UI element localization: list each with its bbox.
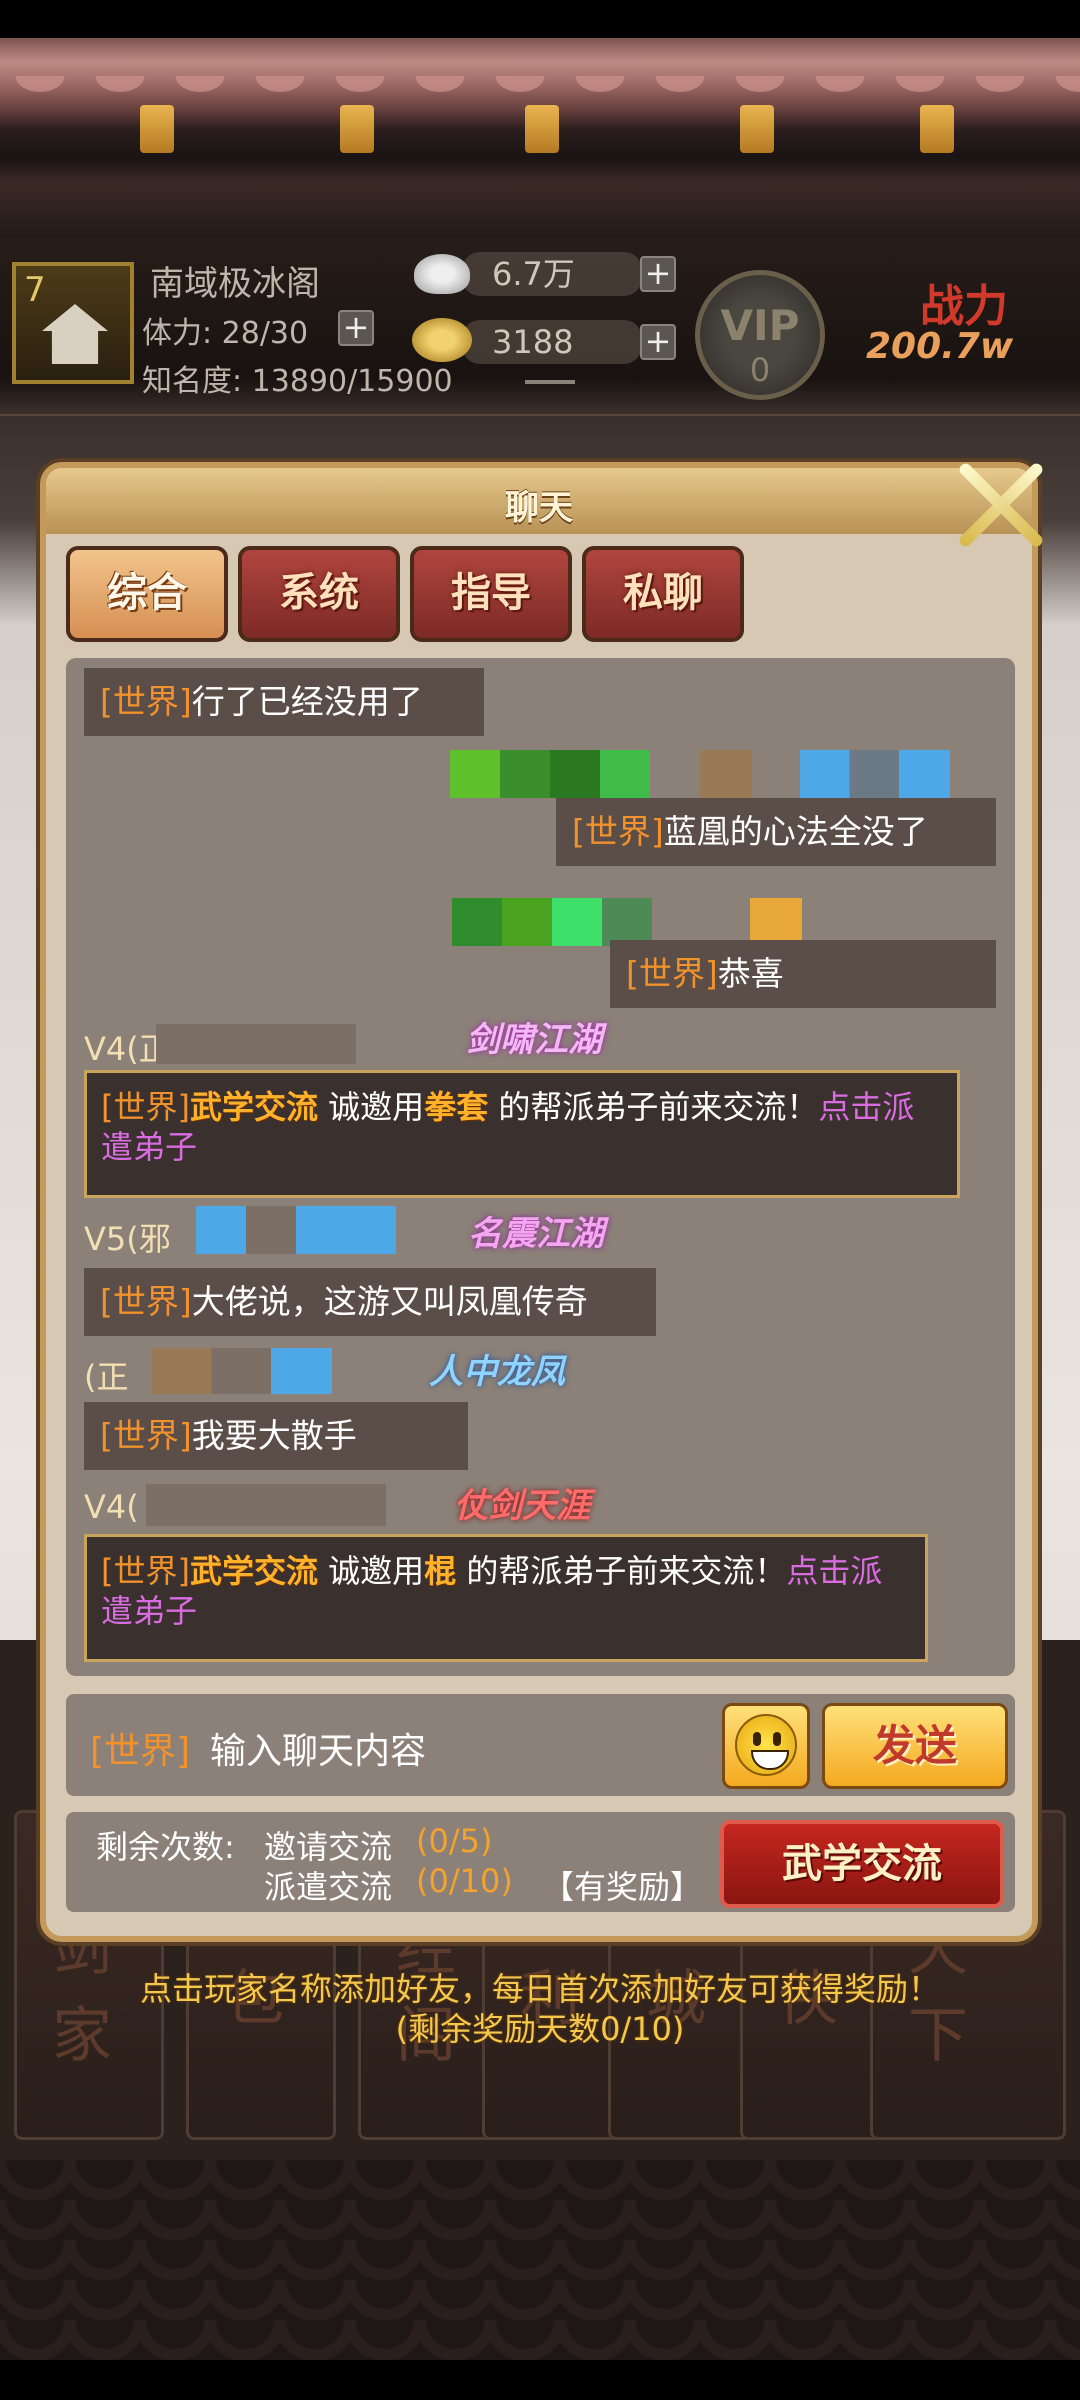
stamina-text: 体力: 28/30 bbox=[142, 316, 309, 351]
martial-exchange-button[interactable]: 武学交流 bbox=[720, 1820, 1004, 1908]
collapse-chevron-icon[interactable] bbox=[525, 380, 575, 410]
smile-emoji-icon bbox=[735, 1714, 797, 1776]
channel-selector[interactable]: [世界] bbox=[90, 1722, 190, 1774]
world-channel-tag: [世界] bbox=[101, 1088, 190, 1126]
pixelated-name bbox=[196, 1206, 396, 1254]
vip-level: 0 bbox=[749, 351, 771, 389]
gold-counter: 3188 bbox=[462, 320, 642, 364]
fame-text: 知名度: 13890/15900 bbox=[142, 364, 453, 399]
skill-name: 棍 bbox=[424, 1552, 457, 1590]
message-text: 的帮派弟子前来交流！ bbox=[466, 1552, 787, 1590]
chat-log[interactable]: [世界]行了已经没用了 [世界]蓝凰的心法全没了 [世界]恭喜 V4(正 剑啸江… bbox=[66, 658, 1015, 1676]
chat-message: [世界]行了已经没用了 bbox=[84, 668, 484, 736]
emoji-button[interactable] bbox=[722, 1703, 810, 1789]
lantern-decoration bbox=[140, 105, 174, 153]
remaining-label: 剩余次数: bbox=[96, 1828, 235, 1866]
level-number: 7 bbox=[24, 270, 46, 310]
vip-label: VIP bbox=[720, 301, 800, 350]
message-text: 的帮派弟子前来交流！ bbox=[498, 1088, 819, 1126]
add-silver-button[interactable]: + bbox=[640, 256, 676, 292]
player-title-badge: 仗剑天涯 bbox=[454, 1486, 590, 1526]
reward-days-hint: (剩余奖励天数0/10) bbox=[395, 2010, 685, 2048]
pixelated-name bbox=[146, 1484, 386, 1526]
invite-count: (0/5) bbox=[416, 1822, 493, 1860]
lantern-decoration bbox=[525, 105, 559, 153]
tab-guidance[interactable]: 指导 bbox=[410, 546, 572, 642]
chat-message: [世界]我要大散手 bbox=[84, 1402, 468, 1470]
add-stamina-button[interactable]: + bbox=[338, 310, 374, 346]
sect-level-badge[interactable]: 7 bbox=[12, 262, 134, 384]
dialog-title: 聊天 bbox=[505, 488, 573, 528]
event-name: 武学交流 bbox=[189, 1088, 318, 1126]
dispatch-count: (0/10) bbox=[416, 1862, 513, 1900]
chat-message: [世界]大佬说，这游又叫凤凰传奇 bbox=[84, 1268, 656, 1336]
tab-general[interactable]: 综合 bbox=[66, 546, 228, 642]
gold-coin-icon bbox=[412, 318, 472, 362]
world-channel-tag: [世界] bbox=[100, 1282, 192, 1321]
message-text: 诚邀用 bbox=[328, 1552, 425, 1590]
lantern-decoration bbox=[740, 105, 774, 153]
player-name[interactable]: V4( bbox=[84, 1488, 139, 1526]
add-gold-button[interactable]: + bbox=[640, 324, 676, 360]
tab-system[interactable]: 系统 bbox=[238, 546, 400, 642]
world-channel-tag: [世界] bbox=[572, 812, 664, 851]
silver-ingot-icon bbox=[414, 254, 470, 294]
close-icon[interactable] bbox=[950, 455, 1050, 555]
silver-counter: 6.7万 bbox=[462, 252, 642, 296]
chat-input-placeholder: 输入聊天内容 bbox=[210, 1731, 427, 1772]
message-text: 行了已经没用了 bbox=[191, 682, 423, 721]
pixelated-name bbox=[800, 750, 950, 798]
event-name: 武学交流 bbox=[189, 1552, 318, 1590]
lantern-decoration bbox=[920, 105, 954, 153]
player-title-badge: 名震江湖 bbox=[468, 1214, 604, 1254]
exchange-invite-message: [世界]武学交流 诚邀用棍 的帮派弟子前来交流！点击派遣弟子 bbox=[84, 1534, 928, 1662]
status-bar bbox=[0, 0, 1080, 38]
power-label: 战力 bbox=[920, 281, 1008, 332]
house-icon bbox=[42, 304, 108, 364]
exchange-invite-message: [世界]武学交流 诚邀用拳套 的帮派弟子前来交流！点击派遣弟子 bbox=[84, 1070, 960, 1198]
pixelated-name bbox=[700, 750, 752, 798]
world-channel-tag: [世界] bbox=[101, 1552, 190, 1590]
reward-label: 【有奖励】 bbox=[542, 1868, 703, 1906]
pixelated-name bbox=[452, 898, 652, 946]
vip-button[interactable]: VIP 0 bbox=[695, 270, 825, 400]
pixelated-name bbox=[156, 1024, 356, 1064]
game-screen: { "header": { "level": "7", "sect_name":… bbox=[0, 0, 1080, 2400]
world-channel-tag: [世界] bbox=[626, 954, 718, 993]
power-value: 200.7w bbox=[866, 326, 1014, 367]
sect-name: 南域极冰阁 bbox=[150, 264, 320, 304]
dispatch-label: 派遣交流 bbox=[264, 1868, 393, 1906]
player-title-badge: 人中龙凤 bbox=[429, 1352, 565, 1392]
pixelated-name bbox=[152, 1348, 332, 1394]
footer-pattern bbox=[0, 2160, 1080, 2400]
world-channel-tag: [世界] bbox=[100, 682, 192, 721]
skill-name: 拳套 bbox=[424, 1088, 489, 1126]
message-text: 恭喜 bbox=[717, 954, 784, 993]
chat-message: [世界]恭喜 bbox=[610, 940, 996, 1008]
send-button[interactable]: 发送 bbox=[822, 1703, 1008, 1789]
message-text: 蓝凰的心法全没了 bbox=[663, 812, 928, 851]
message-text: 我要大散手 bbox=[191, 1416, 357, 1455]
message-text: 诚邀用 bbox=[328, 1088, 425, 1126]
tab-private[interactable]: 私聊 bbox=[582, 546, 744, 642]
pixelated-name bbox=[450, 750, 650, 798]
player-title-badge: 剑啸江湖 bbox=[466, 1020, 602, 1060]
combat-power: 战力 200.7w bbox=[860, 270, 1080, 380]
world-channel-tag: [世界] bbox=[100, 1416, 192, 1455]
lantern-decoration bbox=[340, 105, 374, 153]
pixelated-name bbox=[750, 898, 802, 946]
message-text: 大佬说，这游又叫凤凰传奇 bbox=[191, 1282, 588, 1321]
player-name[interactable]: V5(邪 bbox=[84, 1214, 171, 1260]
chat-message: [世界]蓝凰的心法全没了 bbox=[556, 798, 996, 866]
player-name[interactable]: (正 bbox=[84, 1352, 129, 1398]
